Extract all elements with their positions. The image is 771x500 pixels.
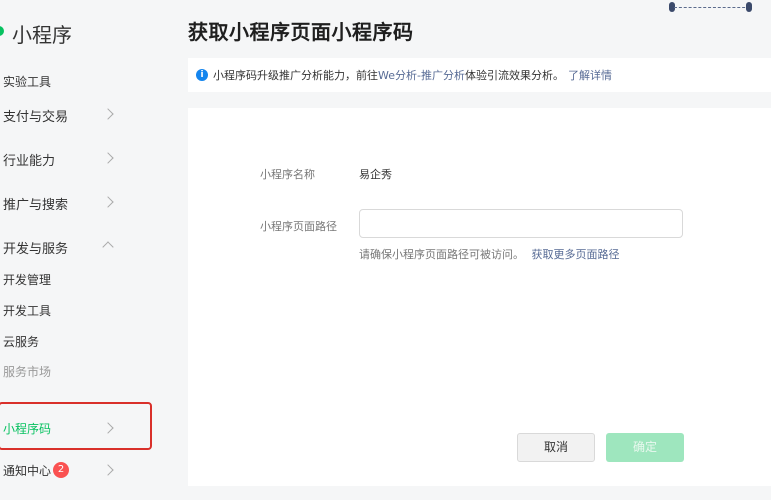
chevron-right-icon [102, 196, 114, 208]
handle-icon [746, 2, 752, 12]
sidebar-item-label: 通知中心 [3, 464, 52, 478]
cancel-button[interactable]: 取消 [517, 433, 595, 462]
dashed-line [674, 7, 750, 8]
path-hint: 请确保小程序页面路径可被访问。 获取更多页面路径 [359, 246, 620, 262]
sidebar-item-cloud[interactable]: 云服务 [3, 333, 39, 350]
sidebar-item-label: 支付与交易 [3, 110, 69, 125]
sidebar-item-experiment-tools[interactable]: 实验工具 [3, 73, 51, 90]
sidebar-item-label: 行业能力 [3, 154, 56, 169]
notice-text: 小程序码升级推广分析能力，前往We分析-推广分析体验引流效果分析。 了解详情 [213, 67, 612, 83]
sidebar: 小程序 实验工具 支付与交易 行业能力 推广与搜索 开发与服务 开发管理 开发工… [0, 0, 172, 500]
sidebar-item-label: 小程序码 [3, 422, 52, 436]
more-paths-link[interactable]: 获取更多页面路径 [532, 248, 620, 261]
app-title: 小程序 [12, 23, 72, 47]
sidebar-item-label: 服务市场 [3, 365, 52, 379]
we-analysis-link[interactable]: We分析-推广分析 [378, 69, 465, 82]
notification-badge: 2 [53, 462, 69, 478]
sidebar-item-dev-services[interactable]: 开发与服务 [3, 238, 68, 257]
page-title: 获取小程序页面小程序码 [188, 20, 414, 44]
confirm-button[interactable]: 确定 [606, 433, 684, 462]
learn-more-link[interactable]: 了解详情 [568, 69, 612, 82]
sidebar-item-label: 开发与服务 [3, 242, 69, 257]
sidebar-item-industry[interactable]: 行业能力 [3, 150, 55, 169]
sidebar-item-label: 开发工具 [3, 304, 52, 318]
chevron-right-icon [102, 464, 114, 476]
chevron-right-icon [102, 152, 114, 164]
name-label: 小程序名称 [260, 168, 315, 181]
sidebar-item-dev-tools[interactable]: 开发工具 [3, 302, 51, 319]
sidebar-item-service-market[interactable]: 服务市场 [3, 363, 51, 380]
path-label: 小程序页面路径 [260, 220, 337, 233]
logo-icon [0, 26, 4, 36]
notice-text-after: 体验引流效果分析。 [464, 69, 564, 82]
notice-bar: i 小程序码升级推广分析能力，前往We分析-推广分析体验引流效果分析。 了解详情 [188, 58, 771, 92]
sidebar-item-notifications[interactable]: 通知中心 [3, 462, 51, 479]
chevron-right-icon [102, 108, 114, 120]
connector-graphic [669, 0, 755, 14]
name-value: 易企秀 [359, 168, 392, 181]
sidebar-item-mini-program-code[interactable]: 小程序码 [3, 420, 51, 437]
hint-text: 请确保小程序页面路径可被访问。 [359, 248, 524, 261]
sidebar-item-label: 实验工具 [3, 75, 52, 89]
sidebar-item-promotion[interactable]: 推广与搜索 [3, 194, 68, 213]
sidebar-item-label: 开发管理 [3, 273, 52, 287]
chevron-up-icon [102, 241, 114, 253]
sidebar-item-label: 云服务 [3, 335, 40, 349]
form-card [188, 108, 771, 486]
notice-text-before: 小程序码升级推广分析能力，前往 [213, 69, 378, 82]
sidebar-item-label: 推广与搜索 [3, 198, 69, 213]
info-icon: i [196, 69, 208, 81]
sidebar-item-payment[interactable]: 支付与交易 [3, 106, 68, 125]
sidebar-item-dev-management[interactable]: 开发管理 [3, 271, 51, 288]
page-path-input[interactable] [359, 209, 683, 238]
